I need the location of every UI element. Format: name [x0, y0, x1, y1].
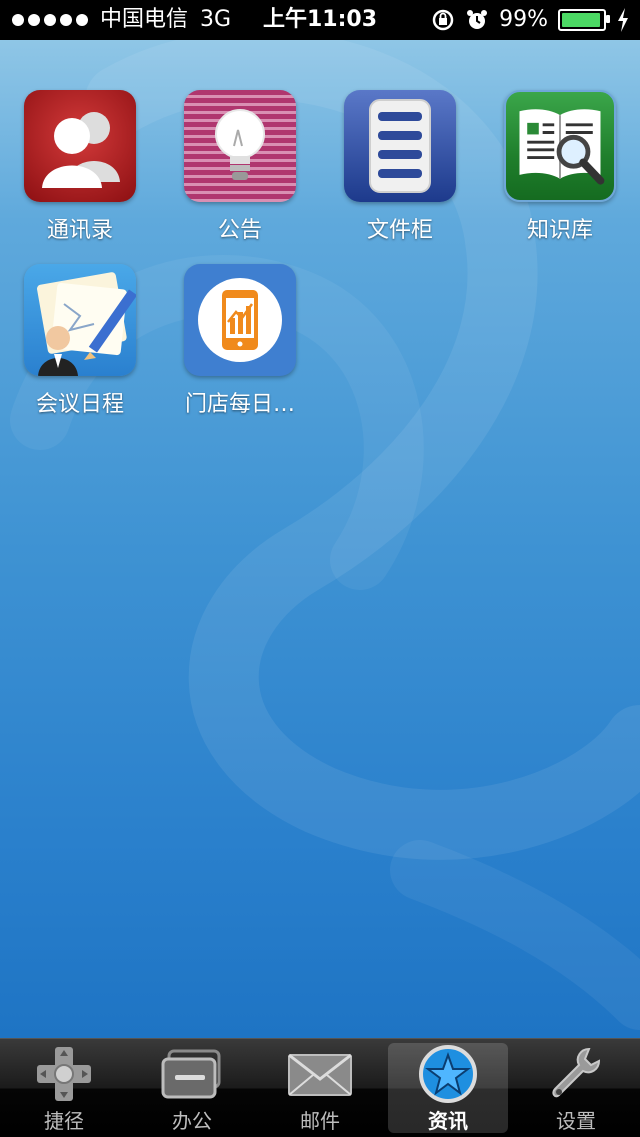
- tab-label-news: 资讯: [428, 1109, 468, 1133]
- star-icon: [419, 1045, 477, 1103]
- tab-settings[interactable]: 设置: [516, 1043, 636, 1133]
- lightbulb-icon: [184, 90, 296, 202]
- tab-office[interactable]: 办公: [132, 1043, 252, 1133]
- app-contacts[interactable]: 通讯录: [0, 90, 160, 244]
- tab-news[interactable]: 资讯: [388, 1043, 508, 1133]
- tab-label-settings: 设置: [556, 1109, 596, 1133]
- tab-label-shortcut: 捷径: [44, 1109, 84, 1133]
- app-meeting-schedule[interactable]: 会议日程: [0, 264, 160, 418]
- battery-percent: 99%: [499, 7, 548, 32]
- store-daily-icon: [184, 264, 296, 376]
- battery-icon: [558, 9, 610, 31]
- wrench-icon: [552, 1047, 601, 1098]
- status-right: 99%: [431, 0, 630, 40]
- tab-mail[interactable]: 邮件: [260, 1043, 380, 1133]
- file-cabinet-icon: [344, 90, 456, 202]
- charging-icon: [618, 8, 628, 32]
- office-icon: [161, 1049, 221, 1099]
- rotation-lock-icon: [432, 9, 454, 31]
- tab-bar: 捷径 办公 邮件 资讯 设置: [0, 1038, 640, 1137]
- app-label-contacts: 通讯录: [46, 218, 113, 243]
- app-knowledge-base[interactable]: 知识库: [480, 90, 640, 244]
- tab-label-office: 办公: [172, 1109, 212, 1133]
- home-screen: 通讯录 公告 文件柜 知识库 会议日程 门店每日…: [0, 40, 640, 1038]
- app-file-cabinet[interactable]: 文件柜: [320, 90, 480, 244]
- dpad-icon: [37, 1047, 91, 1101]
- tab-shortcut[interactable]: 捷径: [4, 1043, 124, 1133]
- app-label-meeting-schedule: 会议日程: [35, 392, 124, 417]
- app-announcement[interactable]: 公告: [160, 90, 320, 244]
- mail-icon: [288, 1053, 352, 1096]
- alarm-icon: [467, 10, 488, 29]
- meeting-schedule-icon: [24, 264, 136, 376]
- app-label-store-daily: 门店每日…: [184, 392, 295, 417]
- contacts-icon: [24, 90, 136, 202]
- battery-level: [562, 13, 600, 27]
- tab-label-mail: 邮件: [300, 1109, 340, 1133]
- app-label-file-cabinet: 文件柜: [366, 218, 433, 243]
- knowledge-book-icon: [504, 90, 616, 202]
- app-store-daily[interactable]: 门店每日…: [160, 264, 320, 418]
- app-label-announcement: 公告: [217, 218, 262, 243]
- app-label-knowledge-base: 知识库: [526, 218, 593, 243]
- status-bar: 中国电信 3G 上午11:03 99%: [0, 0, 640, 40]
